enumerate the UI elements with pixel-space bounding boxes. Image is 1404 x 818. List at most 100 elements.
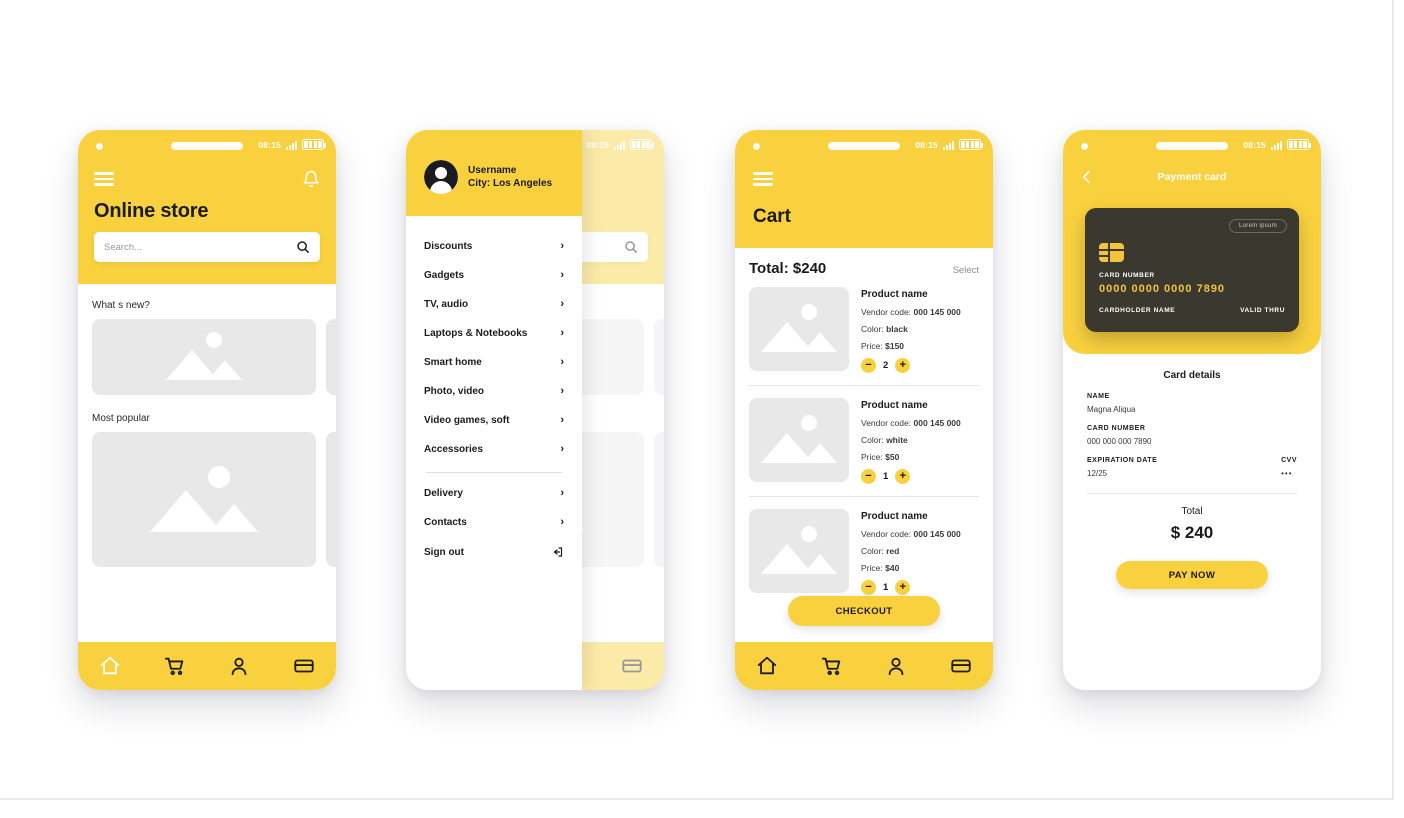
- vendor-code: 000 145 000: [913, 418, 961, 428]
- image-placeholder-icon: [759, 526, 839, 574]
- color-value: white: [886, 435, 908, 445]
- phone-screen-payment: 08:15 Payment card Lorem ipsum CARD NUMB…: [1063, 130, 1321, 690]
- menu-item-delivery[interactable]: Delivery ›: [424, 479, 564, 508]
- sign-out-icon[interactable]: [552, 546, 564, 558]
- status-time: 08:15: [586, 139, 609, 150]
- decrease-quantity-button[interactable]: −: [861, 469, 876, 484]
- most-popular-carousel[interactable]: [92, 432, 336, 567]
- table-row[interactable]: Product name Vendor code: 000 145 000 Co…: [735, 398, 993, 496]
- product-card-peek[interactable]: [326, 432, 336, 567]
- increase-quantity-button[interactable]: +: [895, 358, 911, 373]
- hamburger-icon[interactable]: [753, 172, 773, 186]
- camera-dot-icon: [753, 143, 760, 150]
- product-card[interactable]: [92, 319, 316, 395]
- home-icon[interactable]: [756, 655, 778, 677]
- quantity-stepper[interactable]: − 1 +: [861, 469, 979, 484]
- cart-icon[interactable]: [821, 655, 843, 677]
- page-title: Cart: [753, 206, 792, 227]
- home-content: What s new? Most popular: [78, 284, 336, 690]
- color-value: red: [886, 546, 900, 556]
- card-icon[interactable]: [293, 655, 315, 677]
- profile-icon[interactable]: [885, 655, 907, 677]
- menu-item-tv-audio[interactable]: TV, audio ›: [424, 290, 564, 319]
- expiration-date-value[interactable]: 12/25: [1087, 469, 1157, 478]
- card-details-section: Card details NAME Magna Aliqua CARD NUMB…: [1063, 354, 1321, 589]
- color-value: black: [886, 324, 908, 334]
- increase-quantity-button[interactable]: +: [895, 469, 911, 484]
- chevron-right-icon: ›: [560, 327, 564, 339]
- decrease-quantity-button[interactable]: −: [861, 580, 876, 595]
- menu-item-sign-out[interactable]: Sign out: [424, 537, 564, 567]
- status-bar: 08:15: [735, 130, 993, 162]
- list-divider: [749, 496, 979, 497]
- username-label: Username: [468, 164, 517, 176]
- home-icon[interactable]: [99, 655, 121, 677]
- bottom-nav: [78, 642, 336, 690]
- product-name: Product name: [861, 289, 928, 300]
- name-field-value[interactable]: Magna Aliqua: [1087, 405, 1297, 414]
- decrease-quantity-button[interactable]: −: [861, 358, 876, 373]
- menu-item-gadgets[interactable]: Gadgets ›: [424, 261, 564, 290]
- menu-item-smart-home[interactable]: Smart home ›: [424, 348, 564, 377]
- expiration-date-label: EXPIRATION DATE: [1087, 457, 1158, 464]
- table-row[interactable]: Product name Vendor code: 000 145 000 Co…: [735, 509, 993, 607]
- avatar-icon[interactable]: [424, 160, 458, 194]
- menu-item-label: Delivery: [424, 488, 463, 499]
- status-time: 08:15: [1243, 139, 1266, 150]
- card-number-value: 0000 0000 0000 7890: [1099, 283, 1226, 295]
- color-label: Color:: [861, 435, 884, 445]
- card-details-title: Card details: [1163, 370, 1221, 381]
- card-icon[interactable]: [950, 655, 972, 677]
- bell-icon[interactable]: [302, 169, 320, 189]
- speaker-pill: [828, 142, 900, 150]
- vendor-code: 000 145 000: [913, 307, 961, 317]
- whats-new-carousel[interactable]: [92, 319, 336, 395]
- table-row[interactable]: Product name Vendor code: 000 145 000 Co…: [735, 287, 993, 385]
- battery-icon: [959, 139, 984, 150]
- battery-icon: [302, 139, 327, 150]
- chevron-right-icon: ›: [560, 240, 564, 252]
- credit-card-visual[interactable]: Lorem ipsum CARD NUMBER 0000 0000 0000 7…: [1085, 208, 1299, 332]
- chevron-right-icon: ›: [560, 298, 564, 310]
- search-icon[interactable]: [624, 240, 638, 254]
- search-icon[interactable]: [296, 240, 310, 254]
- section-divider: [1087, 493, 1297, 494]
- hamburger-icon[interactable]: [94, 172, 114, 186]
- battery-icon: [1287, 139, 1312, 150]
- drawer-profile-header[interactable]: Username City: Los Angeles: [406, 130, 582, 216]
- menu-item-photo-video[interactable]: Photo, video ›: [424, 377, 564, 406]
- quantity-value: 2: [883, 360, 889, 371]
- menu-item-contacts[interactable]: Contacts ›: [424, 508, 564, 537]
- product-card-peek[interactable]: [326, 319, 336, 395]
- cart-select-button[interactable]: Select: [953, 265, 979, 276]
- search-placeholder: Search...: [104, 241, 143, 253]
- vendor-label: Vendor code:: [861, 418, 912, 428]
- cvv-value[interactable]: •••: [1281, 469, 1297, 478]
- menu-item-laptops-notebooks[interactable]: Laptops & Notebooks ›: [424, 319, 564, 348]
- menu-item-label: TV, audio: [424, 299, 469, 310]
- cart-icon[interactable]: [164, 655, 186, 677]
- vendor-code: 000 145 000: [913, 529, 961, 539]
- product-card[interactable]: [92, 432, 316, 567]
- menu-item-discounts[interactable]: Discounts ›: [424, 232, 564, 261]
- product-thumbnail: [749, 398, 849, 482]
- card-number-field-value[interactable]: 000 000 000 7890: [1087, 437, 1297, 446]
- cart-list: Total: $240 Select Product name Vendor c…: [735, 248, 993, 620]
- quantity-stepper[interactable]: − 1 +: [861, 580, 979, 595]
- list-divider: [749, 385, 979, 386]
- quantity-stepper[interactable]: − 2 +: [861, 358, 979, 373]
- pay-now-button[interactable]: PAY NOW: [1116, 561, 1268, 589]
- image-placeholder-icon: [759, 304, 839, 352]
- chevron-right-icon: ›: [560, 516, 564, 528]
- checkout-button[interactable]: CHECKOUT: [788, 596, 940, 626]
- menu-item-accessories[interactable]: Accessories ›: [424, 435, 564, 464]
- search-input[interactable]: Search...: [94, 232, 320, 262]
- product-thumbnail: [749, 509, 849, 593]
- cardholder-name-label: CARDHOLDER NAME: [1099, 307, 1176, 314]
- payment-header: Payment card Lorem ipsum CARD NUMBER 000…: [1063, 162, 1321, 354]
- card-number-field-label: CARD NUMBER: [1087, 425, 1146, 432]
- increase-quantity-button[interactable]: +: [895, 580, 911, 595]
- card-icon[interactable]: [621, 655, 643, 677]
- profile-icon[interactable]: [228, 655, 250, 677]
- menu-item-video-games-soft[interactable]: Video games, soft ›: [424, 406, 564, 435]
